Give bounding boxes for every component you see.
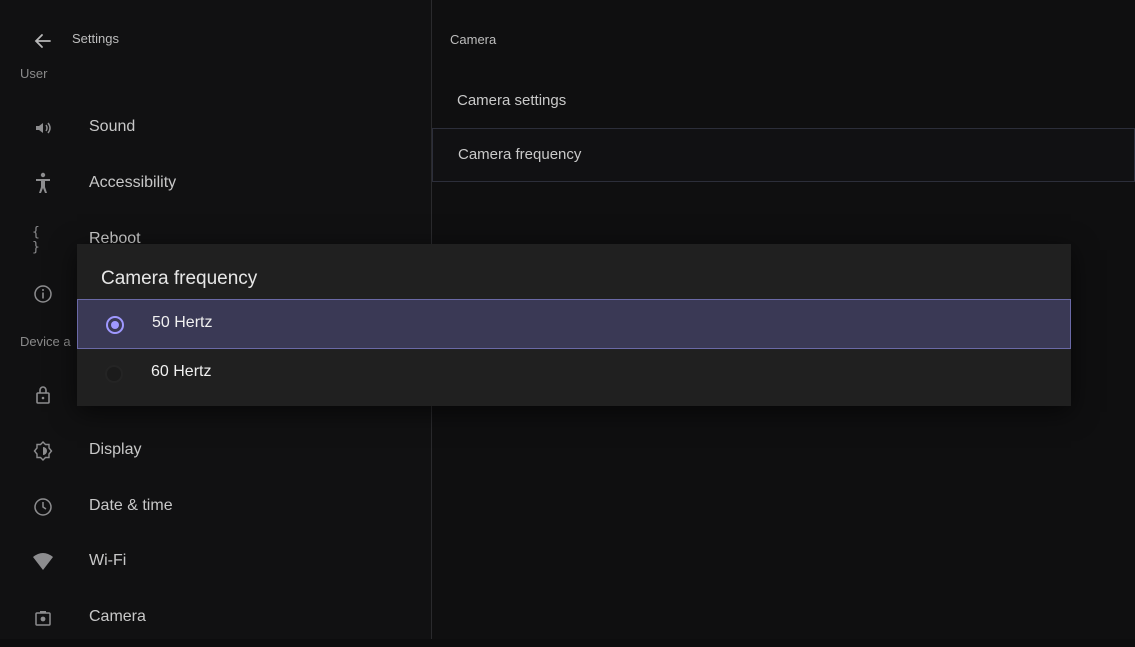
option-60-hertz[interactable]: 60 Hertz	[77, 349, 1071, 399]
info-icon	[32, 283, 54, 305]
sidebar-item-date-time[interactable]: Date & time	[0, 480, 431, 536]
brightness-icon	[32, 440, 54, 462]
option-50-hertz[interactable]: 50 Hertz	[77, 299, 1071, 349]
camera-icon	[32, 607, 54, 629]
arrow-left-icon[interactable]	[32, 30, 54, 52]
camera-frequency-label: Camera frequency	[458, 146, 582, 163]
option-label: 50 Hertz	[152, 314, 213, 331]
camera-settings-label: Camera settings	[457, 92, 567, 109]
speaker-icon	[32, 117, 54, 139]
sidebar-item-label: Date & time	[89, 497, 173, 514]
sidebar-item-display[interactable]: Display	[0, 424, 431, 480]
sidebar-item-label: Display	[89, 441, 142, 458]
wifi-icon	[32, 551, 54, 573]
dialog-title: Camera frequency	[101, 268, 258, 289]
option-label: 60 Hertz	[151, 363, 212, 380]
pane-title: Camera	[450, 32, 497, 47]
radio-selected-icon[interactable]	[106, 316, 124, 334]
clock-icon	[32, 496, 54, 518]
lock-icon	[32, 384, 54, 406]
sidebar-item-sound[interactable]: Sound	[0, 101, 431, 157]
sidebar-item-label: Camera	[89, 608, 146, 625]
top-bar: Settings	[0, 0, 431, 80]
braces-icon: { }	[32, 225, 40, 255]
radio-unselected-icon[interactable]	[105, 365, 123, 383]
sidebar-item-label: Sound	[89, 118, 136, 135]
section-header-user: User	[20, 66, 48, 81]
accessibility-icon	[32, 172, 54, 195]
camera-frequency-dialog: Camera frequency 50 Hertz 60 Hertz	[77, 244, 1071, 406]
sidebar-item-label: Wi-Fi	[89, 552, 127, 569]
sidebar-item-label: Accessibility	[89, 174, 177, 191]
page-title: Settings	[72, 31, 119, 46]
camera-settings-item[interactable]: Camera settings	[432, 75, 1135, 129]
section-header-device: Device a	[20, 334, 71, 349]
camera-frequency-item[interactable]: Camera frequency	[432, 128, 1135, 182]
sidebar-item-accessibility[interactable]: Accessibility	[0, 157, 431, 213]
sidebar-item-wifi[interactable]: Wi-Fi	[0, 535, 431, 591]
